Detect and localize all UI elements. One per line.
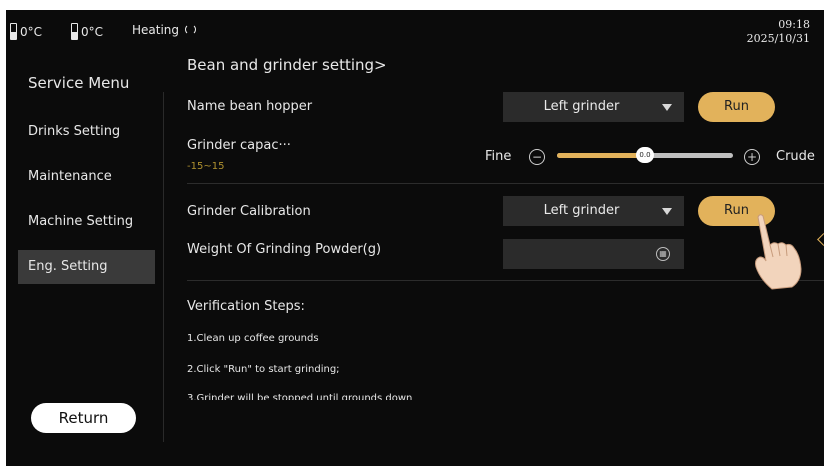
chevron-left-icon: [817, 233, 824, 246]
temperature-1: 0°C: [10, 23, 42, 40]
clock-date: 2025/10/31: [746, 32, 810, 45]
slider-max-label: Crude: [776, 149, 815, 164]
row-divider: [187, 183, 824, 184]
grinder-calibration-select[interactable]: Left grinder: [503, 196, 684, 226]
sidebar-item-drinks-setting[interactable]: Drinks Setting: [18, 115, 155, 149]
grinder-calibration-select-value: Left grinder: [543, 203, 620, 218]
sidebar-item-maintenance[interactable]: Maintenance: [18, 160, 155, 194]
dropdown-caret-icon: [662, 208, 672, 215]
sidebar-item-eng-setting[interactable]: Eng. Setting: [18, 250, 155, 284]
sidebar-item-machine-setting[interactable]: Machine Setting: [18, 205, 155, 239]
tapping-hand-icon: [755, 214, 802, 290]
grinder-capacity-range-hint: -15~15: [187, 161, 225, 172]
heating-status: Heating: [132, 23, 197, 37]
bean-hopper-run-button[interactable]: Run: [698, 92, 775, 122]
slider-min-label: Fine: [485, 149, 512, 164]
grinder-calibration-label: Grinder Calibration: [187, 204, 311, 219]
temperature-2-value: 0°C: [81, 24, 104, 39]
temperature-1-value: 0°C: [20, 24, 43, 39]
heating-label: Heating: [132, 23, 180, 37]
section-title: Bean and grinder setting>: [187, 56, 387, 74]
verification-step: 3.Grinder will be stopped until grounds …: [187, 393, 413, 400]
weight-powder-input[interactable]: ▦: [503, 239, 684, 269]
row-divider: [187, 280, 824, 281]
verification-step: 1.Clean up coffee grounds: [187, 333, 319, 344]
sidebar-divider: [163, 92, 164, 442]
status-bar: 0°C 0°C Heating 09:18 2025/10/31: [6, 10, 824, 50]
screen: 0°C 0°C Heating 09:18 2025/10/31 Service…: [6, 10, 824, 466]
tank-icon: [71, 23, 78, 40]
verification-step: 2.Click "Run" to start grinding;: [187, 364, 340, 375]
bean-hopper-select-value: Left grinder: [543, 99, 620, 114]
verification-title: Verification Steps:: [187, 299, 305, 314]
dropdown-caret-icon: [662, 104, 672, 111]
keypad-icon[interactable]: ▦: [656, 247, 670, 261]
return-button[interactable]: Return: [31, 403, 136, 433]
grinder-capacity-label: Grinder capac···: [187, 138, 291, 153]
clock: 09:18 2025/10/31: [747, 18, 810, 46]
service-menu-title: Service Menu: [28, 74, 130, 92]
weight-powder-label: Weight Of Grinding Powder(g): [187, 242, 382, 257]
slider-thumb[interactable]: 0.0: [636, 147, 654, 163]
increase-icon[interactable]: +: [744, 149, 760, 165]
tank-icon: [10, 23, 17, 40]
bean-hopper-select[interactable]: Left grinder: [503, 92, 684, 122]
decrease-icon[interactable]: −: [529, 149, 545, 165]
heating-icon: [185, 24, 197, 35]
name-bean-hopper-label: Name bean hopper: [187, 99, 313, 114]
temperature-2: 0°C: [71, 23, 103, 40]
grinder-capacity-slider[interactable]: 0.0: [557, 147, 733, 163]
clock-time: 09:18: [778, 18, 810, 31]
slider-fill: [557, 153, 645, 158]
